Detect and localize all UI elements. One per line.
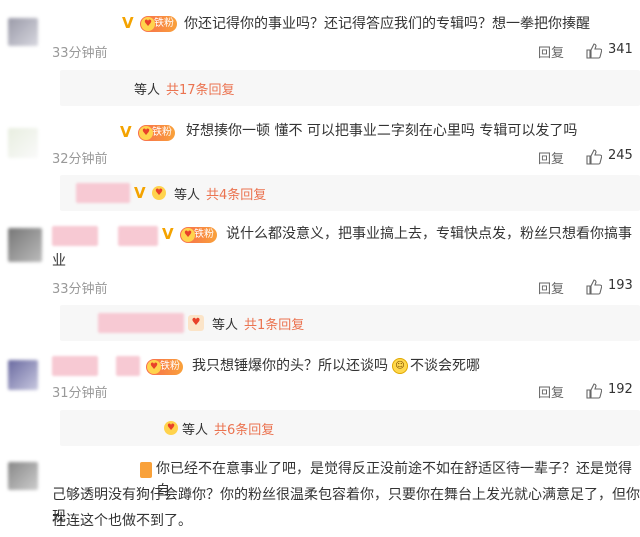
reply-thread-bar[interactable]: V ♥ 等人 共4条回复 [60,175,640,211]
reply-count-link[interactable]: 共6条回复 [214,419,274,438]
comment-text-tail: 不谈会死哪 [410,358,480,374]
commenter-name-blurred [52,226,98,246]
avatar[interactable] [8,228,42,262]
replier-name-blurred [76,183,130,203]
comment-2: V ♥ 铁粉 好想揍你一顿 懂不 可以把事业二字刻在心里吗 专辑可以发了吗 32分… [0,110,640,218]
like-count: 341 [608,42,633,57]
reply-count-link[interactable]: 共1条回复 [244,314,304,333]
like-count: 192 [608,382,633,397]
reply-thread-bar[interactable]: 等人 共17条回复 [60,70,640,106]
heart-icon: ♥ [164,421,178,435]
comment-text-line-1: 说什么都没意义，把事业搞上去，专辑快点发，粉丝只想看你搞事 [226,226,632,242]
timestamp: 31分钟前 [52,386,108,401]
timestamp: 32分钟前 [52,152,108,167]
fan-badge: ♥ 铁粉 [146,359,183,375]
fan-badge: ♥ 铁粉 [138,125,175,141]
commenter-name-blurred [116,356,140,376]
timestamp: 33分钟前 [52,282,108,297]
reply-thread-bar[interactable]: ♥ 等人 共1条回复 [60,305,640,341]
comment-text: 好想揍你一顿 懂不 可以把事业二字刻在心里吗 专辑可以发了吗 [186,123,578,139]
like-count: 245 [608,148,633,163]
verified-icon: V [122,14,134,32]
like-count: 193 [608,278,633,293]
commenter-name-blurred [52,356,98,376]
verified-icon: V [162,225,174,243]
emoji-face-icon: ☺ [392,358,408,374]
comment-3: V ♥ 铁粉 说什么都没意义，把事业搞上去，专辑快点发，粉丝只想看你搞事 业 33… [0,218,640,348]
verified-icon: V [120,123,132,141]
commenter-name-blurred [118,226,158,246]
avatar[interactable] [8,128,38,158]
comment-5: 你已经不在意事业了吧，是觉得反正没前途不如在舒适区待一辈子？还是觉得自 己够透明… [0,448,640,537]
heart-icon: ♥ [141,17,155,31]
timestamp: 33分钟前 [52,46,108,61]
thumbs-up-icon[interactable] [586,279,602,295]
reply-users-etc: 等人 [212,318,239,333]
heart-icon: ♥ [181,228,195,242]
reply-thread-bar[interactable]: ♥ 等人 共6条回复 [60,410,640,446]
fan-badge-icon [140,462,152,478]
reply-button[interactable]: 回复 [538,382,564,401]
reply-button[interactable]: 回复 [538,278,564,297]
reply-users-etc: 等人 [134,83,161,98]
reply-users-etc: 等人 [182,423,209,438]
avatar[interactable] [8,18,38,46]
reply-users-etc: 等人 [174,188,201,203]
comment-1: V ♥ 铁粉 你还记得你的事业吗？还记得答应我们的专辑吗？想一拳把你揍醒 33分钟… [0,0,640,110]
thumbs-up-icon[interactable] [586,149,602,165]
reply-button[interactable]: 回复 [538,148,564,167]
fan-badge-icon: ♥ [188,315,204,331]
reply-count-link[interactable]: 共4条回复 [206,184,266,203]
fan-badge: ♥ 铁粉 [140,16,177,32]
comment-text-line-2: 业 [52,253,66,269]
comment-text-line-3: 在连这个也做不到了。 [52,513,192,529]
avatar[interactable] [8,360,38,390]
heart-icon: ♥ [139,126,153,140]
avatar[interactable] [8,462,38,490]
comment-4: ♥ 铁粉 我只想锤爆你的头？所以还谈吗 ☺ 不谈会死哪 31分钟前 回复 192 … [0,348,640,448]
reply-button[interactable]: 回复 [538,42,564,61]
verified-icon: V [134,184,146,202]
fan-badge: ♥ 铁粉 [180,227,217,243]
comment-text: 我只想锤爆你的头？所以还谈吗 [192,358,388,374]
heart-icon: ♥ [147,360,161,374]
thumbs-up-icon[interactable] [586,383,602,399]
heart-icon: ♥ [152,186,166,200]
reply-count-link[interactable]: 共17条回复 [166,79,235,98]
comment-text: 你还记得你的事业吗？还记得答应我们的专辑吗？想一拳把你揍醒 [184,16,590,32]
replier-name-blurred [98,313,184,333]
thumbs-up-icon[interactable] [586,43,602,59]
